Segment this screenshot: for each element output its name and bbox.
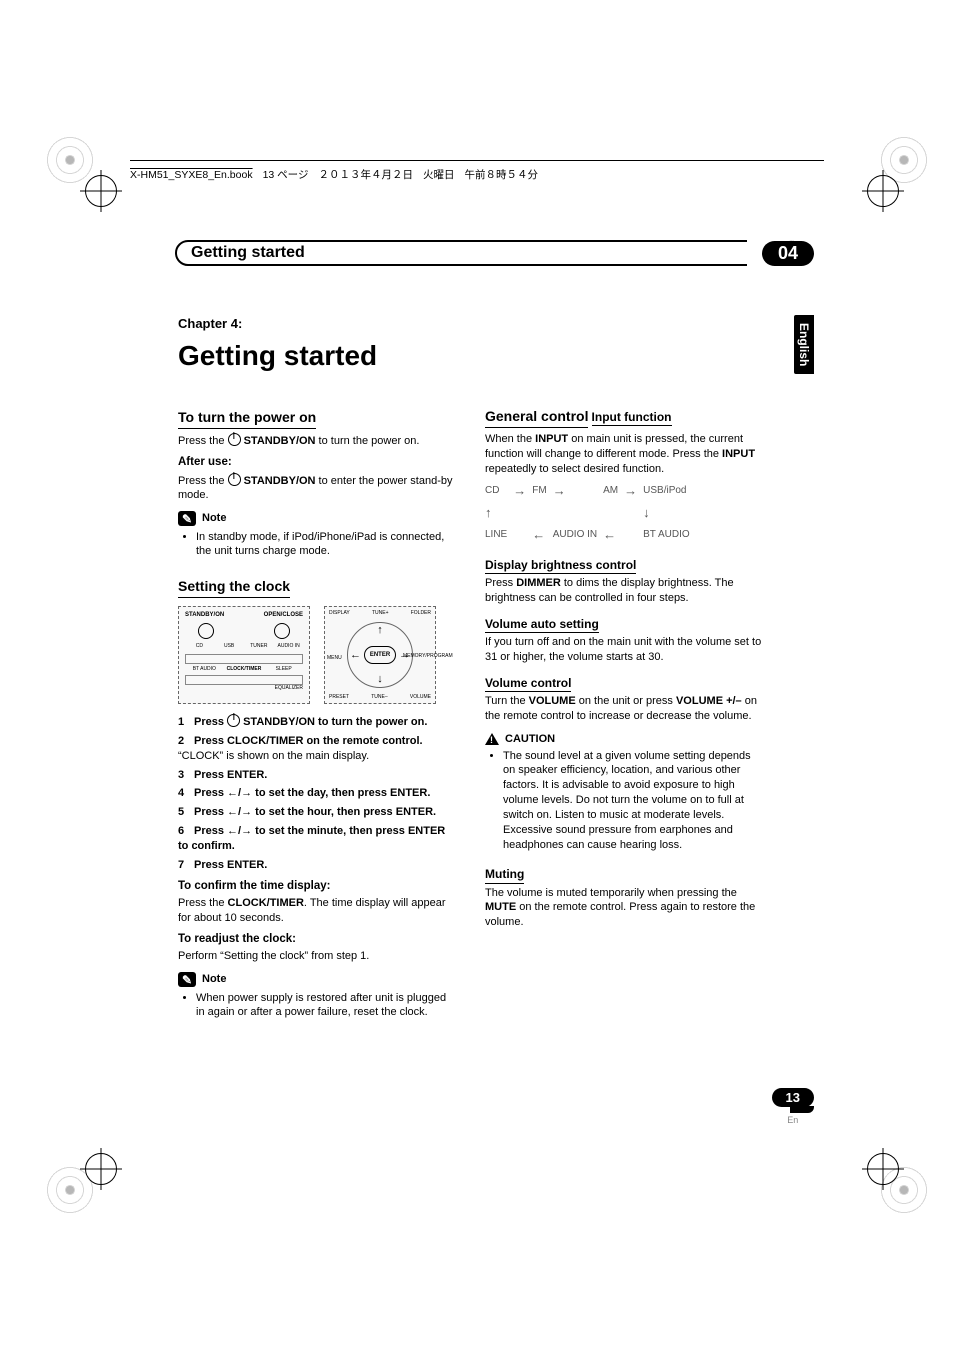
section-title: Getting started <box>175 240 802 266</box>
header-time: 午前８時５４分 <box>464 167 538 182</box>
left-arrow-icon: ← <box>350 648 361 663</box>
right-column: General control Input function When the … <box>485 315 764 1024</box>
heading-setting-clock: Setting the clock <box>178 577 290 598</box>
remote-diagram-nav: DISPLAY TUNE+ FOLDER ENTER ← → ↑ ↓ MENU … <box>324 606 436 704</box>
arrow-left-icon: ← <box>603 526 618 544</box>
left-column: Chapter 4: Getting started To turn the p… <box>178 315 457 1024</box>
chapter-title: Getting started <box>178 337 457 375</box>
register-mark <box>867 1153 899 1185</box>
arrow-left-icon: ← <box>532 526 546 544</box>
caution-text: The sound level at a given volume settin… <box>503 749 764 853</box>
power-icon <box>227 714 240 727</box>
page-number: 13 En <box>772 1088 814 1125</box>
arrow-right-icon: → <box>624 482 637 500</box>
warning-icon <box>485 733 499 745</box>
arrow-right-icon: → <box>553 482 597 500</box>
language-tab: English <box>794 315 814 374</box>
heading-volume-auto: Volume auto setting <box>485 616 599 633</box>
brightness-text: Press DIMMER to dims the display brightn… <box>485 576 764 606</box>
heading-input-function: Input function <box>592 409 672 426</box>
heading-brightness: Display brightness control <box>485 557 636 574</box>
header-file: X-HM51_SYXE8_En.book <box>130 169 253 181</box>
header-day: 火曜日 <box>423 167 455 182</box>
heading-confirm-time: To confirm the time display: <box>178 879 457 895</box>
print-header: X-HM51_SYXE8_En.book 13 ページ ２０１３年４月２日 火曜… <box>130 160 824 182</box>
heading-readjust: To readjust the clock: <box>178 932 457 948</box>
eject-button-icon <box>274 623 290 639</box>
input-cycle-diagram: CD→ FM→ AM→ USB/iPod ↑ ↓ LINE ← AUDIO IN… <box>485 482 764 543</box>
remote-diagram-top: STANDBY/ON OPEN/CLOSE CD USB TUNER AUDIO… <box>178 606 310 704</box>
header-date: ２０１３年４月２日 <box>318 167 413 182</box>
register-mark <box>867 175 899 207</box>
down-arrow-icon: ↓ <box>377 672 383 687</box>
note-text: When power supply is restored after unit… <box>196 991 457 1021</box>
power-icon <box>228 473 241 486</box>
up-arrow-icon: ↑ <box>377 623 383 638</box>
note-label: ✎Note <box>178 972 226 987</box>
confirm-time-text: Press the CLOCK/TIMER. The time display … <box>178 896 457 926</box>
arrow-up-icon: ↑ <box>485 504 507 522</box>
heading-power-on: To turn the power on <box>178 408 316 429</box>
heading-after-use: After use: <box>178 455 457 471</box>
volume-control-text: Turn the VOLUME on the unit or press VOL… <box>485 694 764 724</box>
readjust-text: Perform “Setting the clock” from step 1. <box>178 949 457 964</box>
note-label: ✎Note <box>178 511 226 526</box>
remote-illustrations: STANDBY/ON OPEN/CLOSE CD USB TUNER AUDIO… <box>178 606 457 704</box>
note-icon: ✎ <box>178 972 196 987</box>
arrow-right-icon: → <box>513 482 526 500</box>
volume-auto-text: If you turn off and on the main unit wit… <box>485 635 764 665</box>
note-icon: ✎ <box>178 511 196 526</box>
power-on-text: Press the STANDBY/ON to turn the power o… <box>178 433 457 449</box>
note-text: In standby mode, if iPod/iPhone/iPad is … <box>196 530 457 560</box>
chapter-kicker: Chapter 4: <box>178 315 457 333</box>
muting-text: The volume is muted temporarily when pre… <box>485 886 764 931</box>
power-icon <box>228 433 241 446</box>
standby-button-icon <box>198 623 214 639</box>
register-mark <box>85 175 117 207</box>
enter-button: ENTER <box>364 646 396 664</box>
section-number: 04 <box>762 241 814 266</box>
clock-steps: 1Press STANDBY/ON to turn the power on. … <box>178 714 457 873</box>
heading-muting: Muting <box>485 866 524 883</box>
register-mark <box>85 1153 117 1185</box>
header-page: 13 ページ <box>263 167 309 182</box>
heading-general-control: General control <box>485 407 588 428</box>
after-use-text: Press the STANDBY/ON to enter the power … <box>178 473 457 504</box>
heading-volume-control: Volume control <box>485 675 571 692</box>
arrow-down-icon: ↓ <box>643 504 690 522</box>
caution-label: CAUTION <box>485 732 764 747</box>
input-function-text: When the INPUT on main unit is pressed, … <box>485 432 764 477</box>
